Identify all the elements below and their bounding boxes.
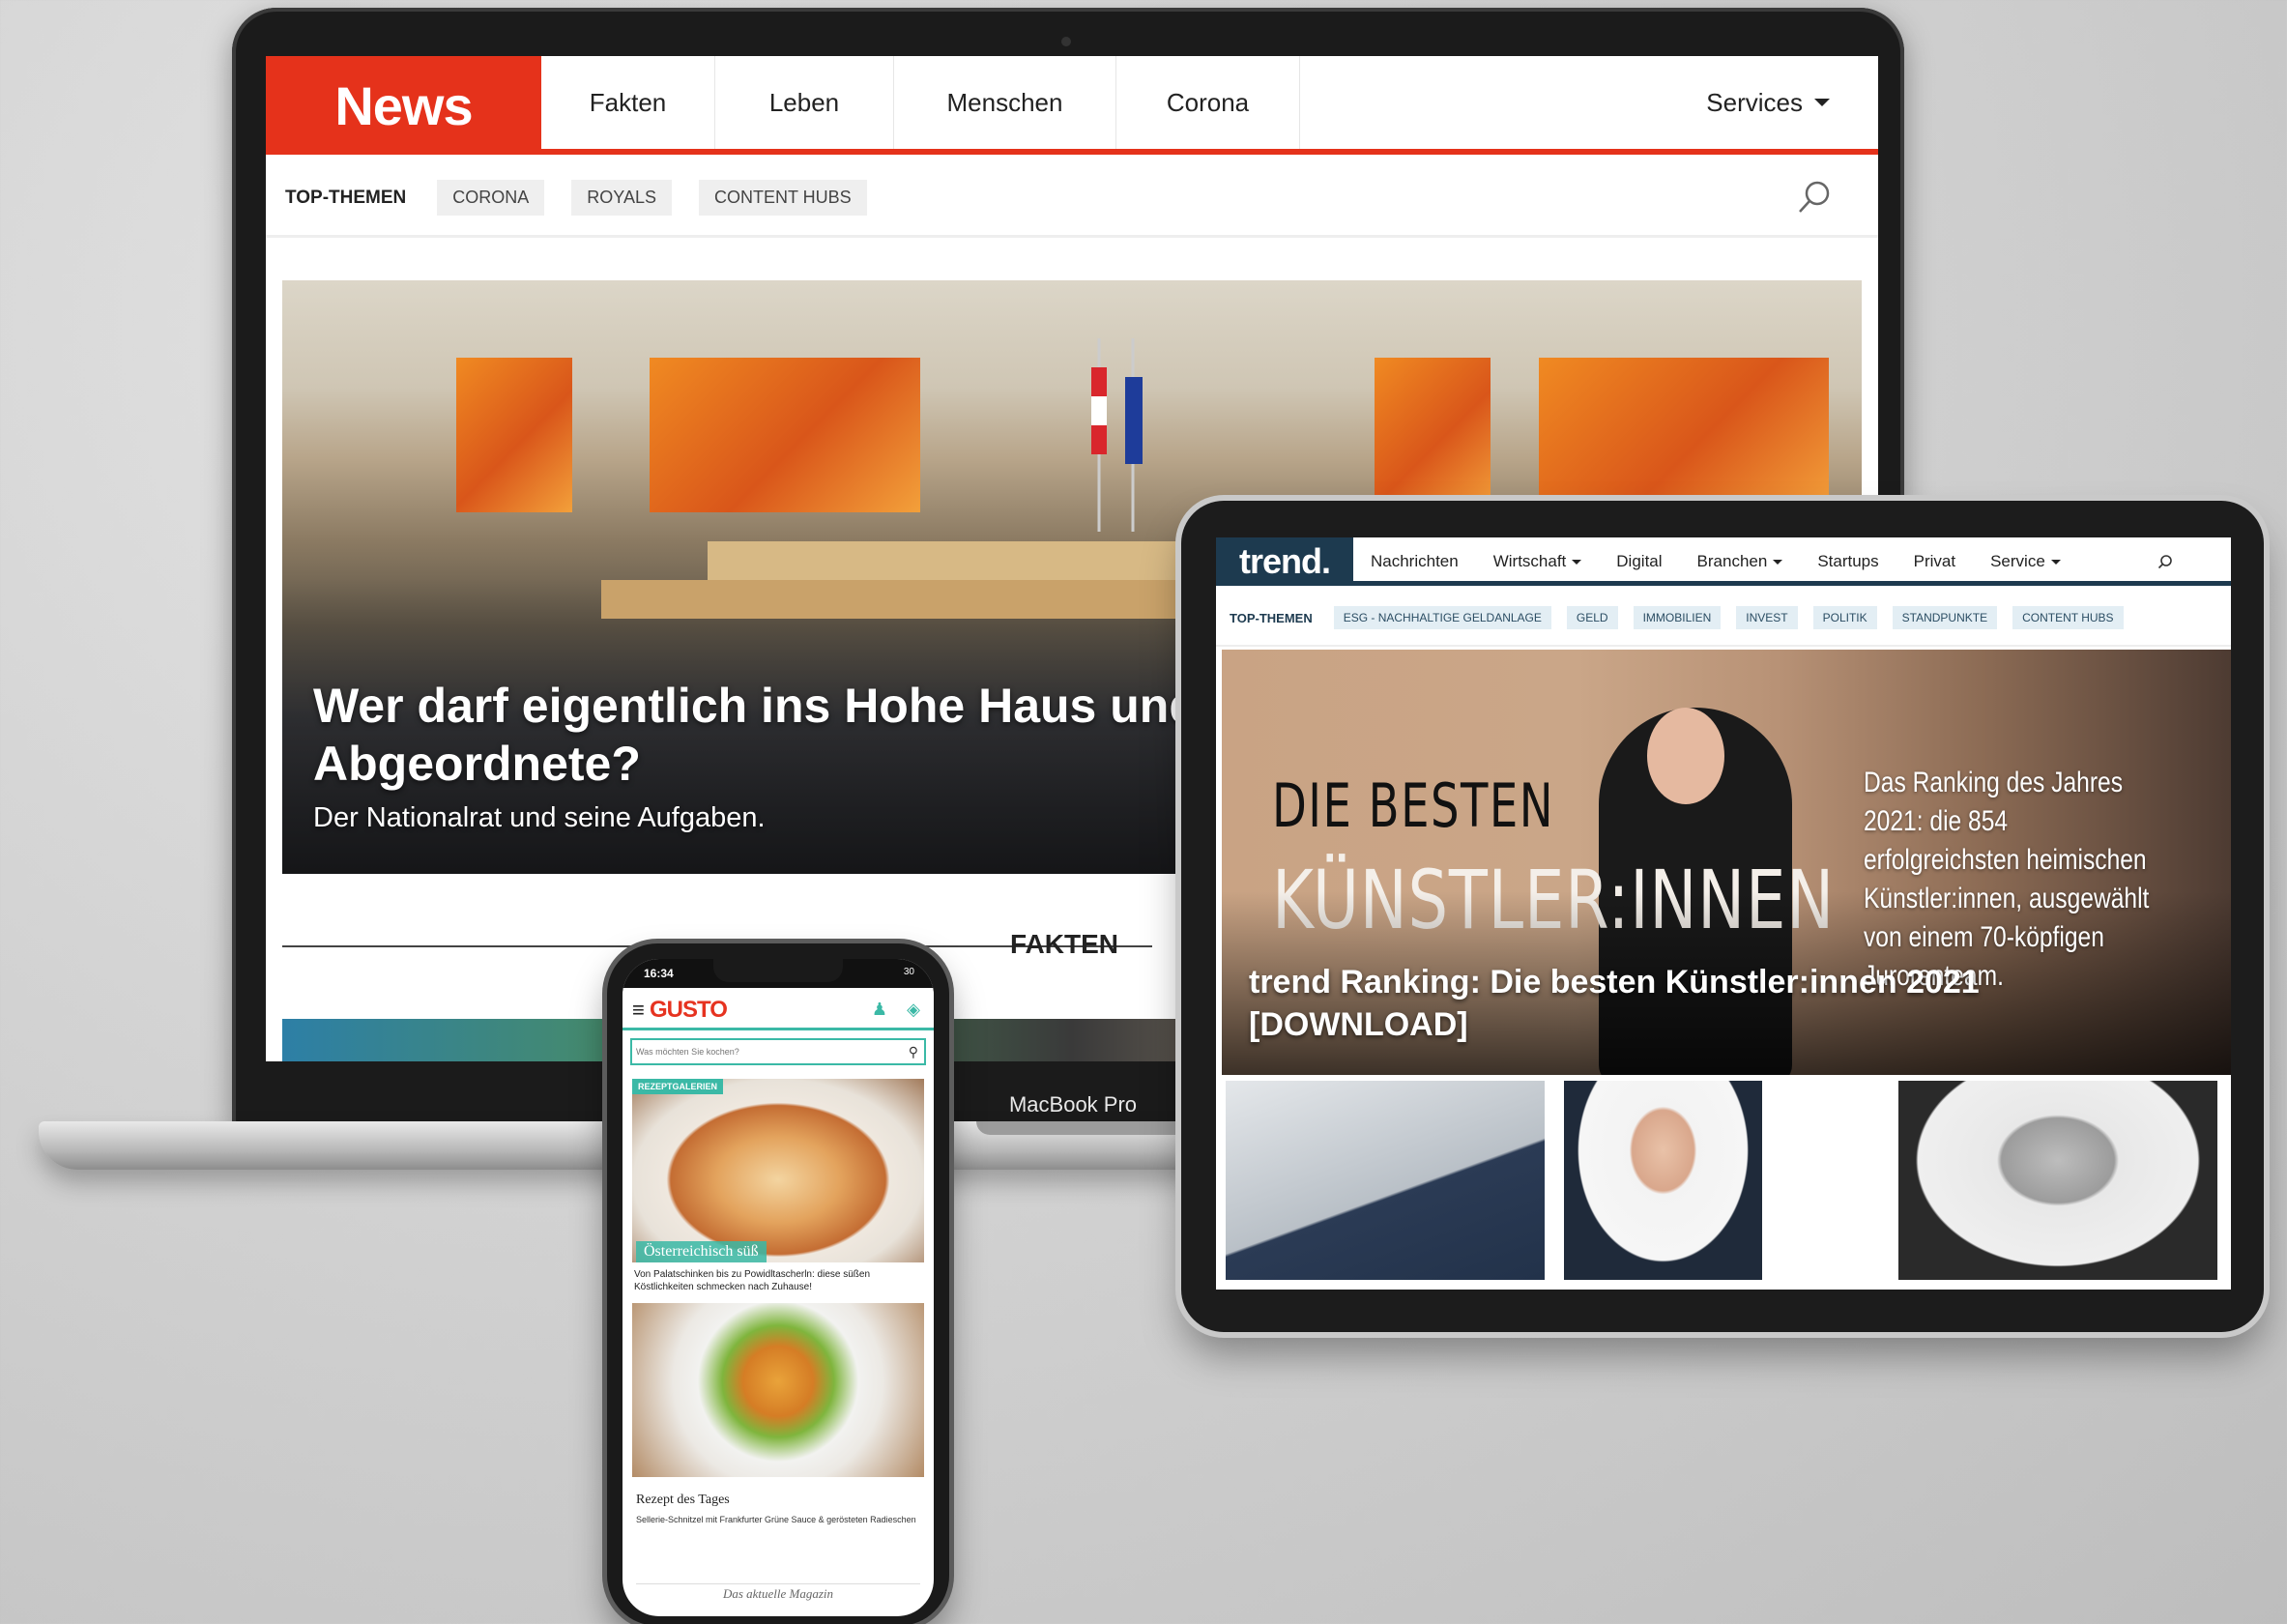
chevron-down-icon [2050, 560, 2061, 566]
recipe-of-the-day-label[interactable]: Rezept des Tages [636, 1493, 730, 1508]
chevron-down-icon [1572, 560, 1582, 566]
trend-website: trend. Nachrichten Wirtschaft Digital Br… [1216, 537, 2231, 1290]
topthemen-label: TOP-THEMEN [1230, 610, 1313, 625]
article-thumbnail[interactable] [1564, 1081, 1762, 1280]
nav-item-branchen-label: Branchen [1696, 552, 1768, 570]
gusto-mobile-website: 16:34 30 ≡ GUSTO ♟ ◈ ⚲ REZEPTGALERIEN Ös… [622, 959, 934, 1616]
gusto-header: ≡ GUSTO ♟ ◈ [622, 988, 934, 1030]
topic-chip-content-hubs[interactable]: CONTENT HUBS [698, 180, 867, 216]
hamburger-menu-icon[interactable]: ≡ [632, 998, 645, 1023]
recipe-image-schnitzel[interactable] [632, 1303, 924, 1477]
news-main-nav: Fakten Leben Menschen Corona [541, 56, 1300, 149]
status-time: 16:34 [644, 967, 674, 980]
trend-topthemen-bar: TOP-THEMEN ESG - NACHHALTIGE GELDANLAGE … [1216, 591, 2231, 647]
nav-item-privat[interactable]: Privat [1914, 552, 1955, 571]
nav-item-menschen[interactable]: Menschen [894, 56, 1116, 149]
topic-chip-immobilien[interactable]: IMMOBILIEN [1633, 606, 1722, 629]
section-title-fakten[interactable]: FAKTEN [1010, 929, 1118, 960]
nav-item-service[interactable]: Service [1990, 552, 2061, 571]
topic-chip-invest[interactable]: INVEST [1736, 606, 1798, 629]
topic-chip-corona[interactable]: CORONA [437, 180, 545, 216]
services-label: Services [1706, 87, 1803, 117]
gusto-logo[interactable]: GUSTO [650, 997, 728, 1024]
hero-image-person-head [1647, 708, 1724, 804]
recipe-of-the-day-description: Sellerie-Schnitzel mit Frankfurter Grüne… [636, 1515, 916, 1524]
phone-notch [713, 959, 843, 982]
magazine-teaser[interactable]: Das aktuelle Magazin [636, 1583, 920, 1603]
article-thumbnail[interactable] [1898, 1081, 2217, 1280]
topic-chip-content-hubs[interactable]: CONTENT HUBS [2012, 606, 2124, 629]
hero-image-panel [456, 358, 572, 512]
trend-main-nav: Nachrichten Wirtschaft Digital Branchen … [1361, 537, 2061, 586]
services-dropdown[interactable]: Services [1706, 56, 1830, 149]
nav-item-service-label: Service [1990, 552, 2045, 570]
chevron-down-icon [1773, 560, 1783, 566]
chevron-down-icon [1814, 99, 1830, 106]
recipe-card-description: Von Palatschinken bis zu Powidltascherln… [634, 1269, 871, 1292]
trend-header: trend. Nachrichten Wirtschaft Digital Br… [1216, 537, 2231, 586]
hero-headline[interactable]: trend Ranking: Die besten Künstler:innen… [1249, 961, 2119, 1046]
nav-item-corona[interactable]: Corona [1116, 56, 1300, 149]
laptop-model-label: MacBook Pro [1008, 1092, 1138, 1116]
hero-subheadline: Der Nationalrat und seine Aufgaben. [313, 802, 766, 833]
chef-hat-icon[interactable]: ◈ [907, 1000, 920, 1020]
trend-hero-article[interactable]: DIE BESTEN KÜNSTLER:INNEN Das Ranking de… [1222, 650, 2231, 1075]
recipe-image-crepes[interactable] [632, 1079, 924, 1262]
topthemen-label: TOP-THEMEN [285, 187, 407, 208]
nav-item-digital[interactable]: Digital [1616, 552, 1662, 571]
nav-item-branchen[interactable]: Branchen [1697, 552, 1783, 571]
topic-chip-politik[interactable]: POLITIK [1812, 606, 1877, 629]
nav-item-startups[interactable]: Startups [1817, 552, 1878, 571]
topic-chip-standpunkte[interactable]: STANDPUNKTE [1892, 606, 1998, 629]
article-thumbnail[interactable] [1226, 1081, 1545, 1280]
topic-chip-esg[interactable]: ESG - NACHHALTIGE GELDANLAGE [1333, 606, 1551, 629]
search-icon[interactable] [1795, 178, 1834, 217]
search-icon[interactable] [2157, 554, 2173, 569]
nav-item-fakten[interactable]: Fakten [541, 56, 715, 149]
news-logo[interactable]: News [266, 56, 541, 155]
news-topthemen-bar: TOP-THEMEN CORONA ROYALS CONTENT HUBS [266, 160, 1878, 238]
recipe-card-caption[interactable]: Österreichisch süß [636, 1241, 767, 1262]
flags-image [1091, 338, 1143, 532]
device-mockup-scene: MacBook Pro News Fakten Leben Menschen C… [0, 0, 2287, 1624]
topic-chip-geld[interactable]: GELD [1566, 606, 1618, 629]
search-icon[interactable]: ⚲ [909, 1044, 918, 1060]
hero-image-panel [1539, 358, 1829, 512]
nav-item-leben[interactable]: Leben [715, 56, 894, 149]
category-badge: REZEPTGALERIEN [632, 1079, 724, 1094]
trend-logo[interactable]: trend. [1216, 537, 1353, 586]
nav-item-nachrichten[interactable]: Nachrichten [1371, 552, 1459, 571]
laptop-camera [1061, 37, 1071, 46]
user-icon[interactable]: ♟ [872, 1000, 887, 1020]
recipe-search-box: ⚲ [630, 1038, 926, 1065]
news-header: News Fakten Leben Menschen Corona Servic… [266, 56, 1878, 155]
hero-image-panel [650, 358, 920, 512]
hero-image-panel [1375, 358, 1491, 512]
hero-graphic-text-1: DIE BESTEN [1272, 770, 1555, 841]
topic-chip-royals[interactable]: ROYALS [571, 180, 672, 216]
search-input[interactable] [636, 1042, 897, 1061]
nav-item-wirtschaft-label: Wirtschaft [1492, 552, 1567, 570]
nav-item-wirtschaft[interactable]: Wirtschaft [1493, 552, 1582, 571]
status-signal: 30 [903, 967, 914, 977]
